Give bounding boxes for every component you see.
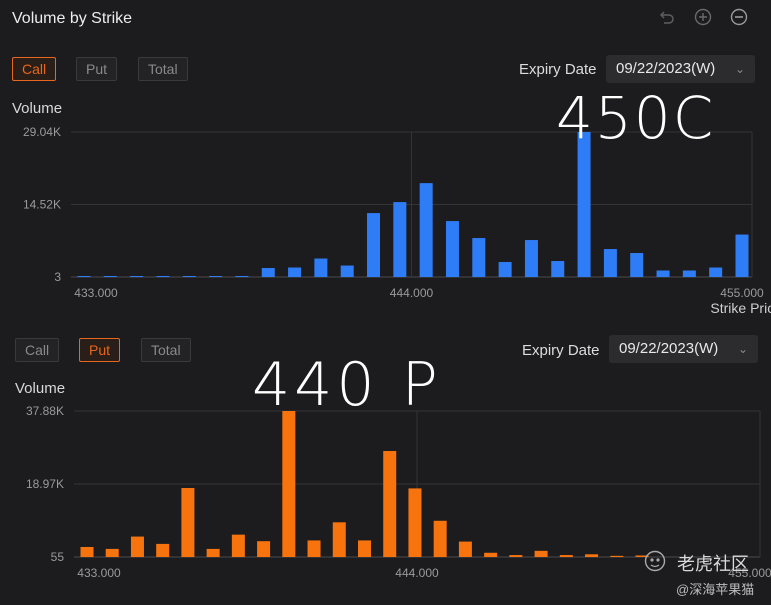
bar	[332, 522, 346, 557]
y-tick-label: 37.88K	[26, 404, 64, 418]
bar	[105, 548, 119, 557]
watermark-handle: @深海苹果猫	[676, 582, 755, 597]
annotation-440p: 440 P	[252, 350, 442, 420]
bar	[383, 451, 397, 557]
y-tick-label: 18.97K	[26, 477, 64, 491]
x-tick-label: 444.000	[395, 566, 439, 580]
bar	[181, 488, 195, 557]
bar	[458, 541, 472, 557]
bar	[257, 541, 271, 557]
bar	[559, 555, 573, 557]
x-tick-label: 433.000	[77, 566, 121, 580]
bar	[433, 520, 447, 557]
bar	[408, 488, 422, 557]
bar	[130, 536, 144, 557]
bar	[484, 552, 498, 557]
bar	[307, 540, 321, 557]
bar	[585, 554, 599, 557]
bar	[231, 534, 245, 557]
bar	[534, 550, 548, 557]
bar	[206, 548, 220, 557]
y-tick-label: 55	[51, 550, 65, 564]
bar	[80, 546, 94, 557]
bar	[358, 540, 371, 557]
bar	[509, 555, 523, 557]
bar	[156, 543, 170, 557]
bar	[282, 411, 296, 557]
put-volume-chart: 37.88K18.97K55433.000 444.000 455.000	[26, 404, 771, 580]
tiger-logo-icon	[644, 550, 666, 572]
bar	[610, 555, 624, 557]
watermark-brand: 老虎社区	[677, 554, 749, 574]
